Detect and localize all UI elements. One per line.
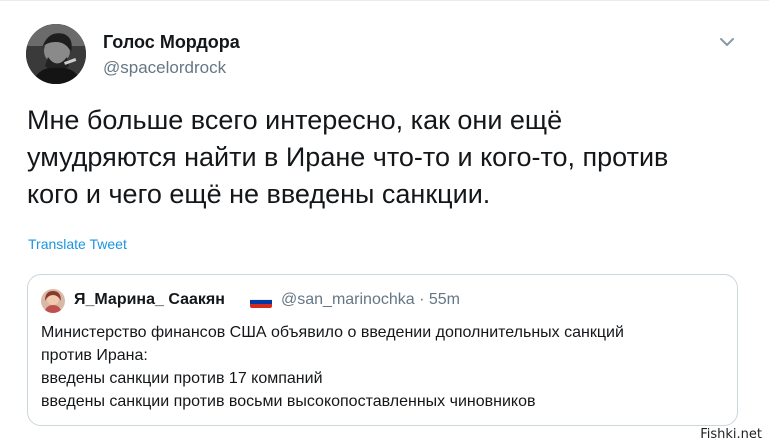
- quote-text-line: Министерство финансов США объявило о вве…: [41, 324, 624, 341]
- quoted-tweet[interactable]: Я_Марина_ Саакян @san_marinochka · 55m М…: [27, 274, 738, 426]
- quote-text-line: введены санкции против 17 компаний: [41, 370, 323, 387]
- tweet-text-line: Мне больше всего интересно, как они ещё: [27, 105, 563, 135]
- tweet-text-line: умудряются найти в Иране что-то и кого-т…: [27, 142, 669, 172]
- quote-author-handle[interactable]: @san_marinochka · 55m: [281, 291, 460, 309]
- quote-text-line: против Ирана:: [41, 347, 148, 364]
- author-handle[interactable]: @spacelordrock: [103, 58, 226, 78]
- quote-author-avatar[interactable]: [41, 289, 65, 313]
- tweet-text: Мне больше всего интересно, как они ещё …: [27, 102, 747, 213]
- quote-author-name[interactable]: Я_Марина_ Саакян: [74, 291, 225, 309]
- russia-flag-icon: [250, 294, 272, 308]
- author-avatar[interactable]: [26, 24, 86, 84]
- tweet-card: Голос Мордора @spacelordrock Мне больше …: [0, 0, 769, 447]
- watermark: Fishki.net: [697, 426, 765, 444]
- chevron-down-icon[interactable]: [719, 35, 735, 47]
- author-name[interactable]: Голос Мордора: [103, 32, 240, 53]
- translate-tweet-link[interactable]: Translate Tweet: [28, 236, 127, 252]
- quote-text: Министерство финансов США объявило о вве…: [41, 321, 731, 413]
- tweet-text-line: кого и чего ещё не введены санкции.: [27, 179, 491, 209]
- quote-text-line: введены санкции против восьми высокопост…: [41, 393, 536, 410]
